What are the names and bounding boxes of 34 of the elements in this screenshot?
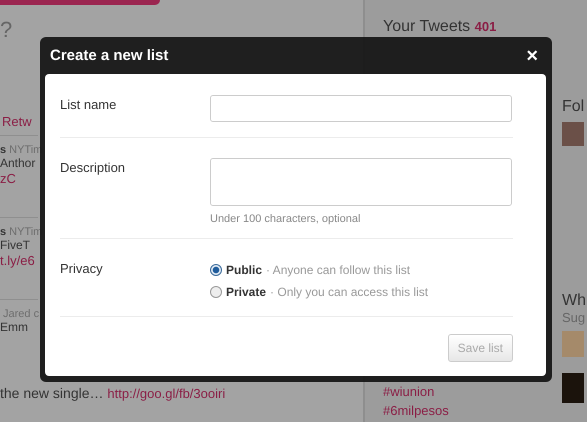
field-hint: Under 100 characters, optional bbox=[210, 213, 362, 225]
option-description: · Anyone can follow this list bbox=[266, 263, 410, 277]
section-title: Wh bbox=[562, 292, 587, 310]
tweet-link[interactable]: t.ly/e6 bbox=[0, 253, 35, 268]
section-title: Fol bbox=[562, 98, 586, 116]
section-title: Your Tweets bbox=[383, 18, 470, 35]
radio-button[interactable] bbox=[210, 286, 222, 298]
close-button[interactable]: × bbox=[522, 46, 542, 66]
option-description: · Only you can access this list bbox=[270, 285, 428, 299]
description-field[interactable] bbox=[210, 158, 512, 206]
tweet-link[interactable]: zC bbox=[0, 171, 16, 186]
field-label: Description bbox=[60, 159, 126, 177]
tweet-count[interactable]: 401 bbox=[474, 19, 496, 34]
tweet-link[interactable]: http://goo.gl/fb/3ooiri bbox=[107, 386, 226, 401]
radio-label[interactable]: Public bbox=[226, 263, 262, 277]
tweet-text: Emm bbox=[0, 320, 29, 334]
tweet-author: s bbox=[0, 226, 6, 238]
radio-label[interactable]: Private bbox=[226, 285, 266, 299]
tweet-link[interactable]: Retw bbox=[2, 114, 32, 129]
photo-placeholder bbox=[562, 122, 584, 146]
photo-placeholder bbox=[562, 331, 584, 357]
trend-link[interactable]: #wiunion bbox=[383, 384, 552, 399]
trend-link[interactable]: #6milpesos bbox=[383, 403, 552, 418]
tweet-author: s bbox=[0, 144, 6, 156]
tweet-text: Anthor bbox=[0, 156, 36, 170]
field-label: Privacy bbox=[60, 260, 104, 278]
tweet-text: FiveT bbox=[0, 238, 31, 252]
tweet-text: the new single… bbox=[0, 385, 104, 401]
page-heading: ? bbox=[0, 17, 12, 44]
radio-button[interactable] bbox=[210, 264, 222, 276]
field-label: List name bbox=[60, 96, 118, 114]
dialog-title: Create a new list bbox=[50, 47, 168, 64]
photo-placeholder bbox=[562, 373, 584, 403]
list-name-field[interactable] bbox=[210, 95, 512, 122]
